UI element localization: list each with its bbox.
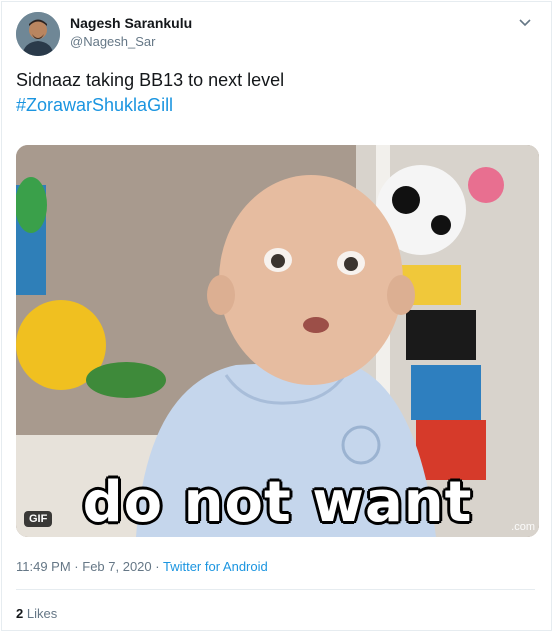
divider (16, 589, 535, 590)
likes-count[interactable]: 2 Likes (16, 606, 57, 621)
tweet-text-line: Sidnaaz taking BB13 to next level (16, 70, 285, 90)
user-handle[interactable]: @Nagesh_Sar (70, 34, 155, 49)
hashtag-link[interactable]: #ZorawarShuklaGill (16, 93, 537, 118)
tweet-time[interactable]: 11:49 PM (16, 559, 71, 574)
tweet-card: Nagesh Sarankulu @Nagesh_Sar Sidnaaz tak… (1, 1, 552, 631)
avatar[interactable] (16, 12, 60, 56)
gif-badge: GIF (24, 511, 53, 527)
likes-number: 2 (16, 606, 24, 621)
gif-caption: do not want (82, 470, 473, 535)
tweet-meta: 11:49 PM · Feb 7, 2020 · Twitter for And… (16, 559, 268, 574)
tweet-date[interactable]: Feb 7, 2020 (82, 559, 151, 574)
tweet-source-link[interactable]: Twitter for Android (163, 559, 268, 574)
likes-label: Likes (26, 606, 58, 621)
meta-separator: · (70, 559, 83, 574)
user-name[interactable]: Nagesh Sarankulu (70, 15, 192, 31)
gif-media[interactable]: do not want GIF .com (16, 145, 539, 537)
meta-separator: · (151, 559, 163, 574)
chevron-down-icon[interactable] (517, 16, 533, 28)
watermark: .com (511, 521, 535, 533)
tweet-text: Sidnaaz taking BB13 to next level #Zoraw… (16, 68, 537, 118)
